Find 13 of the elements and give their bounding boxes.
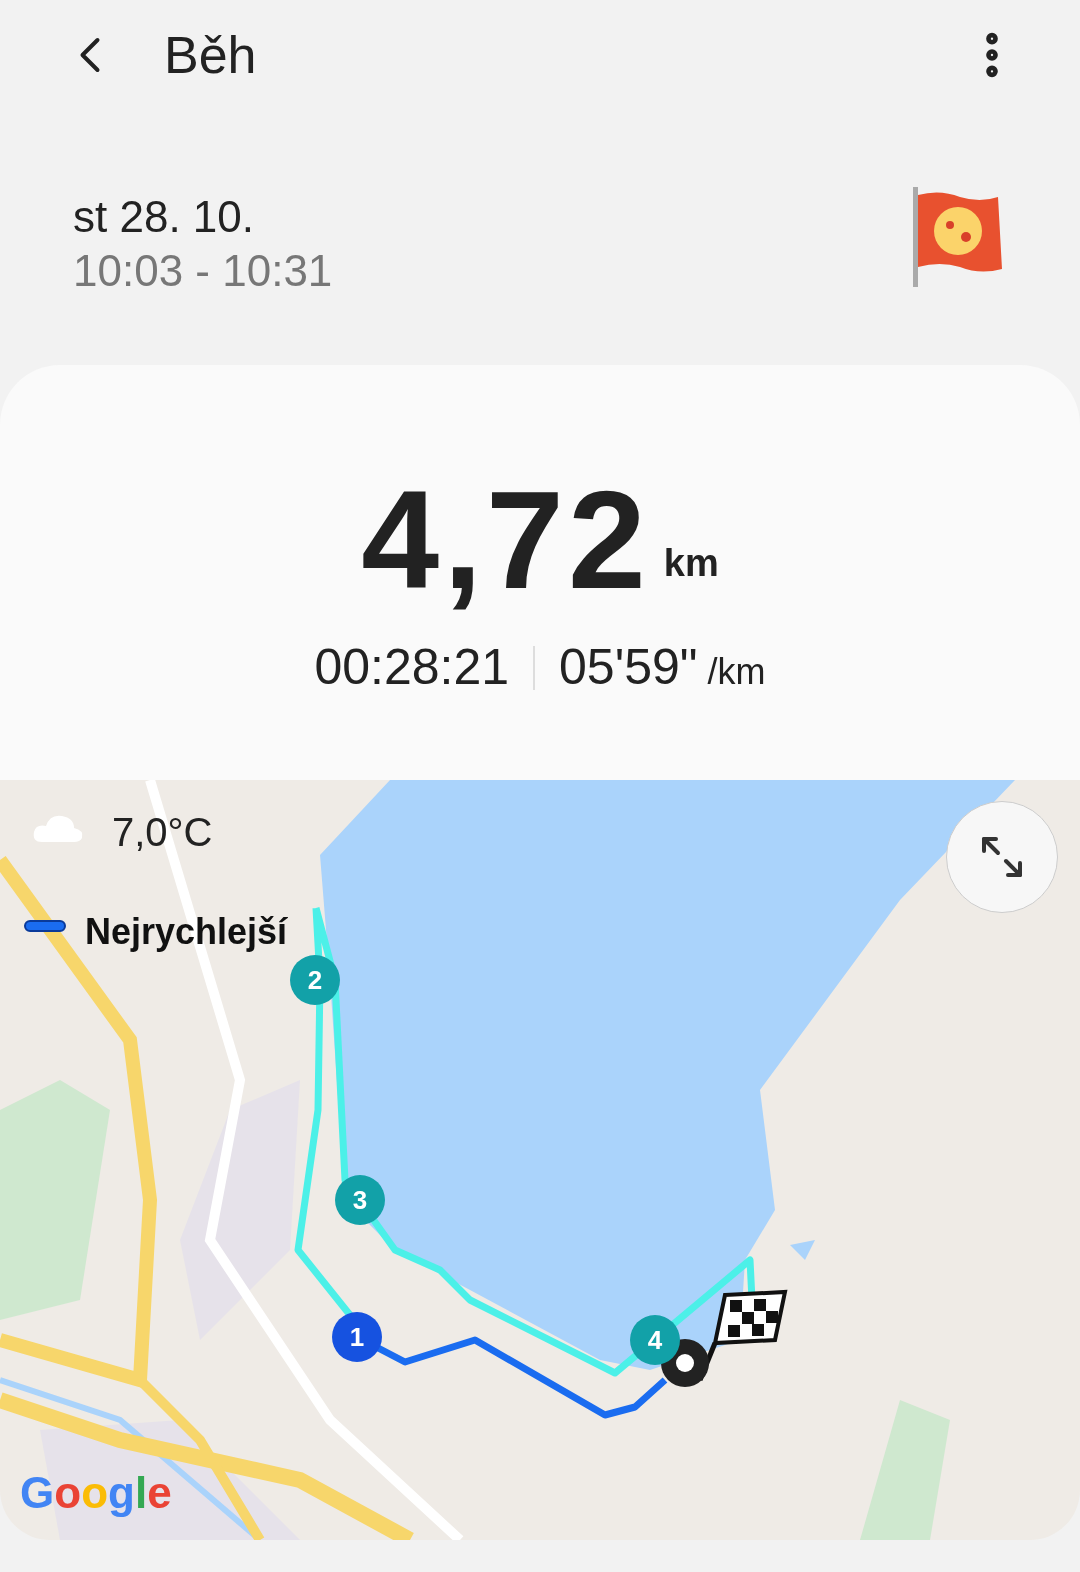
session-date: st 28. 10. (73, 192, 255, 243)
duration-value: 00:28:21 (314, 638, 510, 697)
distance-unit: km (663, 541, 719, 586)
pace-unit: /km (707, 649, 766, 694)
flag-icon (910, 187, 1005, 287)
distance-value: 4,72 (361, 460, 650, 620)
legend-swatch (24, 920, 66, 932)
legend-label: Nejrychlejší (85, 910, 288, 954)
weather-temperature: 7,0°C (112, 809, 213, 856)
pace-value: 05'59" (559, 638, 698, 697)
map-attribution: Google (20, 1467, 172, 1519)
screen-title: Běh (164, 25, 257, 86)
session-time: 10:03 - 10:31 (73, 244, 333, 297)
